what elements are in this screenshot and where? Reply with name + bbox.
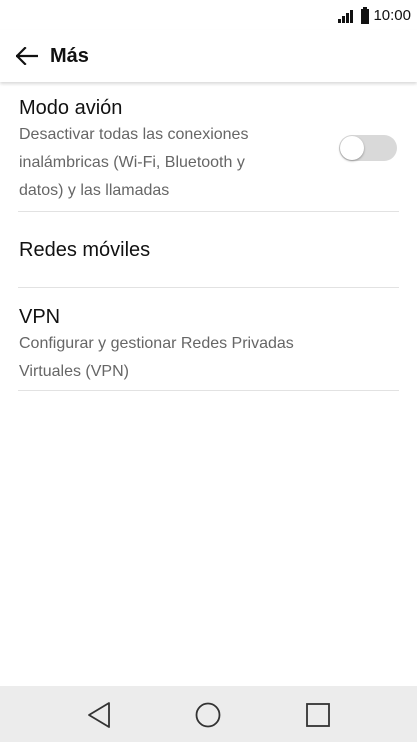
square-recent-icon: [306, 703, 330, 727]
back-button[interactable]: [10, 39, 44, 73]
setting-airplane-mode[interactable]: Modo avión Desactivar todas las conexion…: [18, 83, 399, 212]
toggle-knob: [340, 136, 364, 160]
nav-recent-apps-button[interactable]: [303, 700, 333, 730]
airplane-mode-description-line: Desactivar todas las conexiones: [19, 126, 249, 143]
circle-home-icon: [195, 702, 221, 728]
vpn-description-line: Configurar y gestionar Redes Privadas: [19, 335, 294, 352]
nav-home-button[interactable]: [193, 700, 223, 730]
signal-icon: [338, 9, 354, 23]
battery-icon: [361, 6, 370, 24]
page-title: Más: [50, 44, 89, 67]
vpn-title: VPN: [19, 306, 61, 328]
navigation-bar: [0, 686, 417, 742]
airplane-mode-toggle[interactable]: [339, 135, 397, 161]
setting-vpn[interactable]: VPN Configurar y gestionar Redes Privada…: [18, 288, 399, 391]
triangle-back-icon: [88, 702, 110, 728]
status-bar: 10:00: [0, 0, 417, 30]
setting-mobile-networks[interactable]: Redes móviles: [18, 212, 399, 288]
status-time: 10:00: [373, 7, 411, 24]
arrow-left-icon: [16, 47, 38, 65]
vpn-description-line: Virtuales (VPN): [19, 363, 129, 380]
mobile-networks-title: Redes móviles: [19, 239, 151, 261]
settings-list: Modo avión Desactivar todas las conexion…: [0, 83, 417, 391]
airplane-mode-description-line: inalámbricas (Wi-Fi, Bluetooth y: [19, 154, 245, 171]
vpn-description: Configurar y gestionar Redes Privadas Vi…: [19, 330, 359, 386]
airplane-mode-description-line: datos) y las llamadas: [19, 182, 170, 199]
nav-back-button[interactable]: [84, 700, 114, 730]
app-bar: Más: [0, 30, 417, 82]
status-icons: 10:00: [338, 6, 411, 26]
airplane-mode-title: Modo avión: [19, 97, 123, 119]
airplane-mode-description: Desactivar todas las conexiones inalámbr…: [19, 121, 319, 205]
